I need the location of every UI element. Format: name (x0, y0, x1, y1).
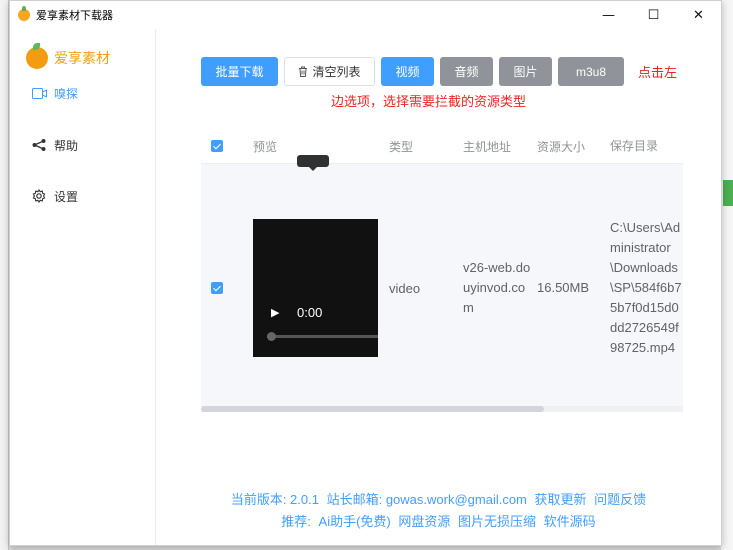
column-host: 主机地址 (463, 139, 512, 154)
cell-type: video (389, 280, 421, 296)
maximize-button[interactable]: ☐ (631, 1, 676, 29)
get-update-link[interactable]: 获取更新 (535, 492, 587, 507)
table-header: 预览 类型 主机地址 资源大小 保存目录 (201, 129, 683, 164)
netdisk-link[interactable]: 网盘资源 (398, 514, 450, 529)
column-dir: 保存目录 (610, 139, 659, 153)
orange-logo-icon (26, 43, 48, 69)
video-filter-button[interactable]: 视频 (381, 57, 434, 86)
sidebar-item-label: 设置 (54, 189, 79, 204)
feedback-link[interactable]: 问题反馈 (594, 492, 646, 507)
play-icon[interactable]: ▶ (271, 306, 279, 319)
share-icon (30, 139, 48, 151)
app-window: 爱享素材下载器 — ☐ ✕ 爱享素材 嗅探 帮助 设置 批量下载 清空列表 视频… (9, 0, 722, 546)
sidebar-item-label: 帮助 (54, 138, 79, 153)
column-size: 资源大小 (537, 139, 586, 154)
minimize-button[interactable]: — (586, 1, 631, 29)
table-row[interactable]: ▶ 0:00 video v26-web.douyinvod.com 16.50… (201, 164, 683, 412)
app-logo-icon (18, 6, 30, 21)
email-text[interactable]: 站长邮箱: gowas.work@gmail.com (327, 492, 527, 507)
hint-text-2: 边选项，选择需要拦截的资源类型 (331, 94, 527, 109)
video-progress-track[interactable] (267, 335, 378, 338)
image-filter-button[interactable]: 图片 (499, 57, 552, 86)
source-code-link[interactable]: 软件源码 (544, 514, 596, 529)
cell-save-dir: C:\Users\Administrator\Downloads\SP\584f… (610, 220, 682, 355)
main-panel: 批量下载 清空列表 视频 音频 图片 m3u8 点击左 边选项，选择需要拦截的资… (156, 29, 721, 545)
version-text: 当前版本: 2.0.1 (230, 492, 319, 507)
batch-download-button[interactable]: 批量下载 (201, 57, 278, 86)
window-title: 爱享素材下载器 (36, 10, 113, 22)
cell-host: v26-web.douyinvod.com (463, 260, 531, 315)
m3u8-filter-button[interactable]: m3u8 (558, 57, 624, 86)
row-checkbox[interactable] (211, 282, 223, 294)
video-time: 0:00 (297, 305, 323, 320)
background-app-green-button (723, 180, 733, 206)
ai-assistant-link[interactable]: Ai助手(免费) (319, 514, 391, 529)
sidebar: 爱享素材 嗅探 帮助 设置 (10, 29, 156, 545)
clear-list-label: 清空列表 (312, 65, 361, 79)
video-preview-player[interactable]: ▶ 0:00 (253, 219, 378, 357)
brand: 爱享素材 (10, 29, 155, 69)
column-type: 类型 (389, 139, 414, 154)
trash-icon (298, 66, 308, 77)
cell-size: 16.50MB (537, 280, 590, 295)
column-preview: 预览 (253, 139, 278, 154)
brand-name: 爱享素材 (54, 50, 110, 66)
footer: 当前版本: 2.0.1 站长邮箱: gowas.work@gmail.com 获… (156, 489, 721, 533)
scrollbar-thumb[interactable] (201, 406, 544, 412)
close-button[interactable]: ✕ (676, 1, 721, 29)
horizontal-scrollbar[interactable] (201, 406, 683, 412)
recommend-label: 推荐: (281, 514, 311, 529)
audio-filter-button[interactable]: 音频 (440, 57, 493, 86)
resource-table: 预览 类型 主机地址 资源大小 保存目录 ▶ 0:00 video v26-we… (201, 129, 683, 412)
image-compress-link[interactable]: 图片无损压缩 (458, 514, 536, 529)
title-bar: 爱享素材下载器 — ☐ ✕ (10, 1, 721, 29)
video-progress-thumb[interactable] (267, 332, 276, 341)
background-app-right (721, 0, 733, 550)
gear-icon (30, 189, 48, 203)
background-app-left (0, 0, 9, 550)
sidebar-item-label: 嗅探 (54, 86, 79, 101)
clear-list-button[interactable]: 清空列表 (284, 57, 375, 86)
toolbar: 批量下载 清空列表 视频 音频 图片 m3u8 点击左 (201, 57, 677, 86)
sidebar-item-sniff[interactable]: 嗅探 (10, 83, 155, 103)
sidebar-item-settings[interactable]: 设置 (10, 186, 155, 206)
sidebar-item-help[interactable]: 帮助 (10, 135, 155, 155)
select-all-checkbox[interactable] (211, 140, 223, 152)
camera-icon (30, 87, 48, 99)
tooltip-popup (297, 155, 329, 171)
hint-text-1: 点击左 (638, 65, 678, 80)
window-controls: — ☐ ✕ (586, 1, 721, 29)
